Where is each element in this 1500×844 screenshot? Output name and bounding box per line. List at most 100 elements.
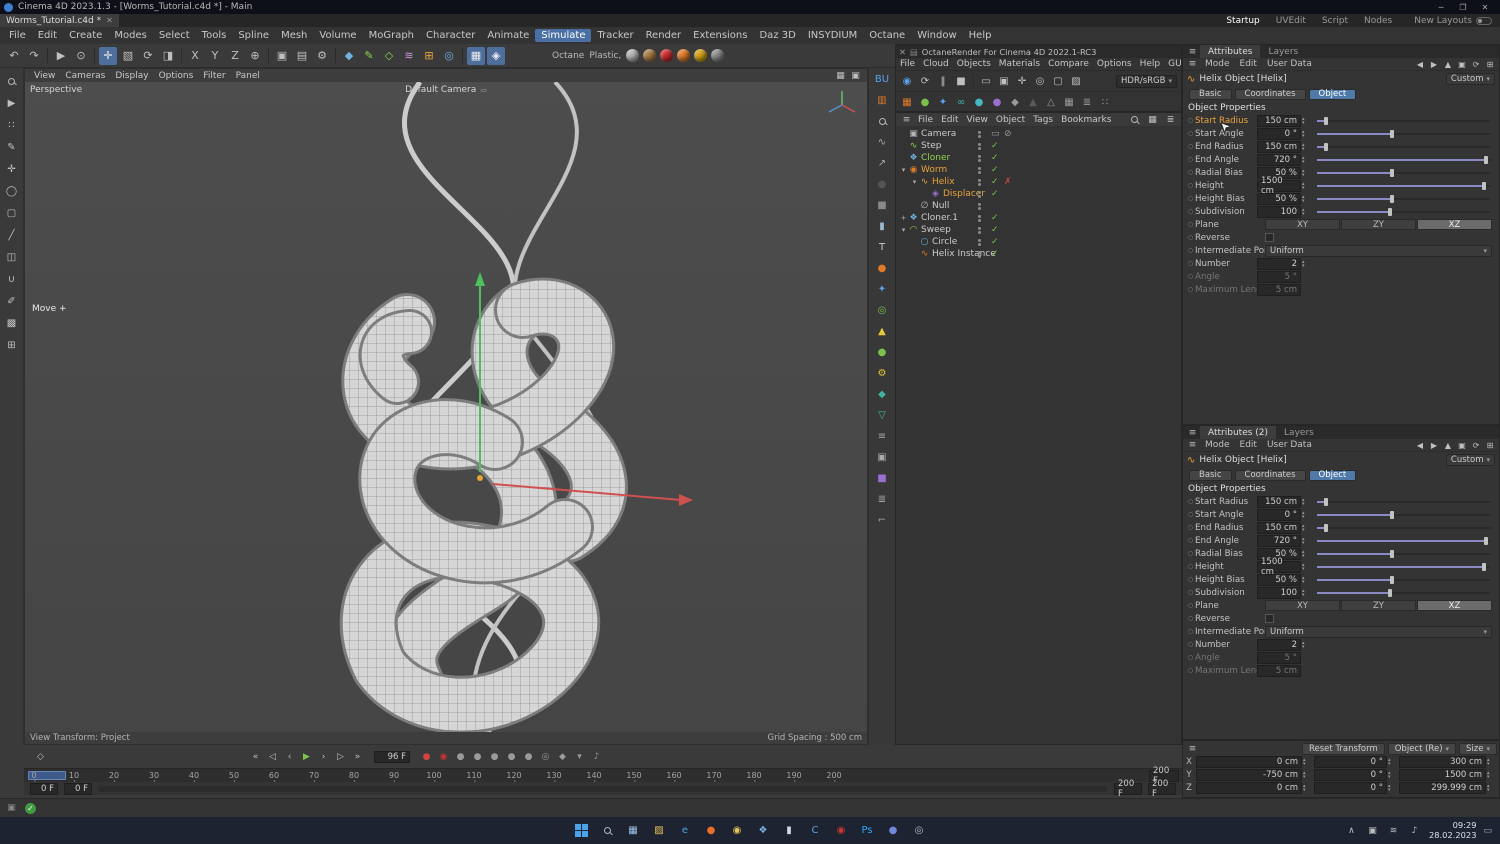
- visibility-dots[interactable]: [978, 250, 981, 258]
- menu-burger-icon[interactable]: ≡: [1186, 439, 1199, 452]
- menu-window[interactable]: Window: [911, 29, 962, 42]
- taskbar-photoshop-icon[interactable]: Ps: [857, 821, 877, 841]
- rotate-tool-icon[interactable]: ⟳: [139, 47, 157, 65]
- timeline-ruler[interactable]: 200 F 0 10 20 30 40 50 60 70 80 90 100 110 120 130 140…: [24, 766, 1182, 786]
- octane-menu-objects[interactable]: Objects: [953, 59, 995, 69]
- octane-clamp-icon[interactable]: ⌐: [874, 513, 890, 527]
- octane-target-camera-icon[interactable]: ▦: [899, 94, 915, 110]
- stepper-icon[interactable]: ▴ ▾: [1302, 194, 1310, 203]
- om-menu-bookmarks[interactable]: Bookmarks: [1057, 115, 1115, 125]
- param-value-field[interactable]: 2: [1257, 638, 1301, 651]
- anim-dot-icon[interactable]: ○: [1186, 234, 1195, 241]
- menu-mograph[interactable]: MoGraph: [363, 29, 420, 42]
- menu-volume[interactable]: Volume: [313, 29, 362, 42]
- octane-menu-compare[interactable]: Compare: [1044, 59, 1093, 69]
- anim-dot-icon[interactable]: ○: [1186, 589, 1195, 596]
- axis-mode-icon[interactable]: ✛: [4, 161, 20, 177]
- om-item-cloner[interactable]: ❖ Cloner ✓: [896, 152, 1181, 164]
- ring-select-icon[interactable]: ◯: [4, 183, 20, 199]
- tab-layers[interactable]: Layers: [1276, 426, 1322, 439]
- points-mode-icon[interactable]: ∷: [4, 117, 20, 133]
- enabled-check-icon[interactable]: ✓: [991, 213, 999, 223]
- brush-tool-icon[interactable]: ✐: [4, 293, 20, 309]
- visibility-dots[interactable]: [978, 214, 981, 222]
- start-button[interactable]: [571, 821, 591, 841]
- material-slot-name-label[interactable]: Plastic,: [589, 51, 621, 61]
- material-slot-octane-label[interactable]: Octane: [552, 51, 584, 61]
- attr-menu-user-data[interactable]: User Data: [1262, 440, 1317, 450]
- attr-tab-object[interactable]: Object: [1308, 88, 1357, 100]
- coord-position-field[interactable]: -750 cm ▴ ▾: [1196, 768, 1311, 781]
- om-item-circle[interactable]: ○ Circle ✓: [896, 236, 1181, 248]
- octane-glossy-icon[interactable]: ●: [971, 94, 987, 110]
- octane-pick-material-icon[interactable]: ◎: [1032, 73, 1048, 89]
- menu-character[interactable]: Character: [420, 29, 481, 42]
- coordinate-system-button[interactable]: ⊕: [246, 47, 264, 65]
- viewport-menu-filter[interactable]: Filter: [198, 71, 230, 81]
- anim-dot-icon[interactable]: ○: [1186, 195, 1195, 202]
- param-value-field[interactable]: 150 cm: [1257, 114, 1301, 127]
- om-item-sweep[interactable]: ▾ ◠ Sweep ✓: [896, 224, 1181, 236]
- om-item-displacer[interactable]: ◈ Displacer ✓: [896, 188, 1181, 200]
- om-path-icon[interactable]: ≣: [1164, 113, 1177, 126]
- intermediate-points-select[interactable]: Uniform ▾: [1265, 244, 1492, 257]
- record-button[interactable]: ●: [419, 749, 434, 764]
- close-button[interactable]: ✕: [1474, 3, 1496, 12]
- current-frame-field[interactable]: 96 F: [374, 750, 410, 763]
- stepper-icon[interactable]: ▴ ▾: [1303, 757, 1311, 766]
- tab-layers[interactable]: Layers: [1260, 45, 1306, 58]
- record-pla-button[interactable]: ●: [521, 749, 536, 764]
- keyframe-selection-button[interactable]: ◆: [555, 749, 570, 764]
- range-end-field-2[interactable]: 200 F: [1148, 779, 1176, 799]
- om-item-cloner-1[interactable]: + ❖ Cloner.1 ✓: [896, 212, 1181, 224]
- anim-dot-icon[interactable]: ○: [1186, 576, 1195, 583]
- expander-icon[interactable]: +: [899, 214, 908, 222]
- enabled-check-icon[interactable]: ✓: [991, 249, 999, 259]
- playback-options-button[interactable]: ▾: [572, 749, 587, 764]
- intermediate-points-select[interactable]: Uniform ▾: [1265, 625, 1492, 638]
- taskbar-search-icon[interactable]: [597, 821, 617, 841]
- param-value-field[interactable]: 0 °: [1257, 508, 1301, 521]
- stepper-icon[interactable]: ▴ ▾: [1388, 783, 1396, 792]
- octane-grid-icon[interactable]: ▦: [1061, 94, 1077, 110]
- octane-texture-icon[interactable]: ✦: [935, 94, 951, 110]
- param-value-field[interactable]: 150 cm: [1257, 495, 1301, 508]
- taskbar-obs-icon[interactable]: ◎: [909, 821, 929, 841]
- octane-magnifier-icon[interactable]: [874, 114, 890, 128]
- record-parameter-button[interactable]: ●: [504, 749, 519, 764]
- layout-script[interactable]: Script: [1314, 16, 1356, 26]
- anim-dot-icon[interactable]: ○: [1186, 524, 1195, 531]
- tray-chevron-icon[interactable]: ∧: [1345, 824, 1358, 837]
- record-rotation-button[interactable]: ●: [487, 749, 502, 764]
- taskbar-terminal-icon[interactable]: ▮: [779, 821, 799, 841]
- visibility-dots[interactable]: [978, 226, 981, 234]
- stepper-icon[interactable]: ▴ ▾: [1302, 536, 1310, 545]
- reset-transform-button[interactable]: Reset Transform: [1302, 742, 1385, 755]
- coord-size-field[interactable]: 299.999 cm ▴ ▾: [1399, 781, 1495, 794]
- coord-rotation-field[interactable]: 0 ° ▴ ▾: [1314, 768, 1396, 781]
- om-item-camera[interactable]: ▣ Camera ▭ ⊘: [896, 128, 1181, 140]
- om-menu-view[interactable]: View: [963, 115, 992, 125]
- taskbar-clock[interactable]: 09:29 28.02.2023: [1429, 820, 1477, 841]
- octane-cylinder-icon[interactable]: ▮: [874, 219, 890, 233]
- menu-octane[interactable]: Octane: [863, 29, 911, 42]
- new-layouts-toggle[interactable]: [1476, 16, 1492, 25]
- size-mode-select[interactable]: Size ▾: [1459, 742, 1497, 755]
- stepper-icon[interactable]: ▴ ▾: [1302, 497, 1310, 506]
- menu-tracker[interactable]: Tracker: [591, 29, 639, 42]
- octane-warning-icon[interactable]: ▲: [874, 324, 890, 338]
- zoom-tool-icon[interactable]: [4, 73, 20, 89]
- octane-ball-icon[interactable]: ●: [874, 345, 890, 359]
- layout-startup[interactable]: Startup: [1218, 16, 1267, 26]
- taskbar-edge-icon[interactable]: e: [675, 821, 695, 841]
- render-view-button[interactable]: ▣: [273, 47, 291, 65]
- anim-dot-icon[interactable]: ○: [1186, 117, 1195, 124]
- octane-diamond-icon[interactable]: ◆: [1007, 94, 1023, 110]
- viewport-menu-view[interactable]: View: [29, 71, 60, 81]
- octane-flask-icon[interactable]: ▽: [874, 408, 890, 422]
- param-value-field[interactable]: 720 °: [1257, 534, 1301, 547]
- worm-3d-object[interactable]: [25, 82, 867, 732]
- taskbar-octane-icon[interactable]: ◉: [831, 821, 851, 841]
- attr-header-icon[interactable]: ◀: [1414, 439, 1426, 451]
- stepper-icon[interactable]: ▴ ▾: [1388, 770, 1396, 779]
